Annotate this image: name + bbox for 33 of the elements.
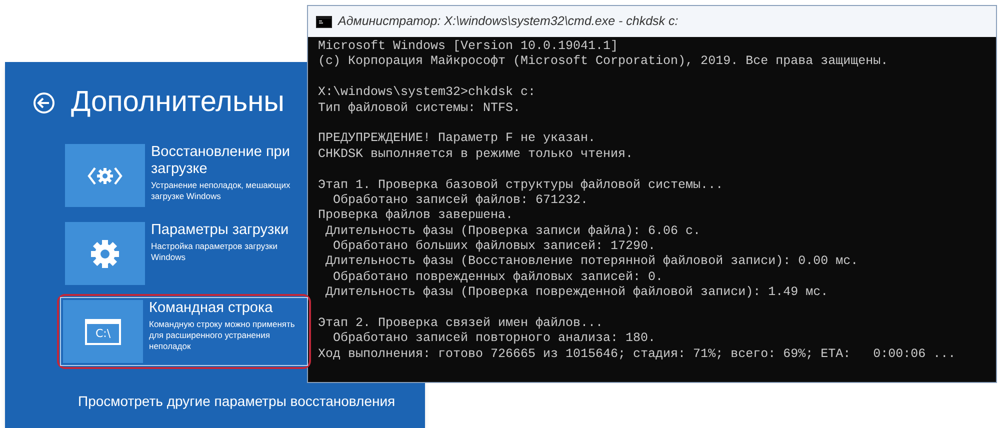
window-title: Администратор: X:\windows\system32\cmd.exe - chkdsk c: [338,13,678,30]
recovery-option[interactable]: C:\ Командная строка Командную строку можно применять для расширенного устранения неполадок [60,297,308,366]
option-title: Восстановление при загрузке [151,144,291,178]
console-line: Ход выполнения: готово 726665 из 1015646; стадия: 71%; всего: 69%; ETA: 0:00:06 ... [318,346,957,362]
console-icon [316,16,332,28]
console-line: Проверка файлов завершена. [318,208,514,224]
console-line: Длительность фазы (Проверка записи файла): 6.06 с. [324,224,702,240]
page-heading: Дополнительны [71,88,284,117]
option-title: Параметры загрузки [151,222,290,239]
console-line: ПРЕДУПРЕЖДЕНИЕ! Параметр F не указан. [318,131,597,147]
console-line: Обработано больших файловых записей: 17290. [332,239,657,254]
console-line: (c) Корпорация Майкрософт (Microsoft Corporation), 2019. Все права защищены. [318,54,890,70]
console-line: Microsoft Windows [Version 10.0.19041.1] [318,39,620,54]
console-line: Обработано записей повторного анализа: 180. [332,331,657,347]
console-line: CHKDSK выполняется в режиме только чтения. [318,146,634,162]
gear-brackets-icon [87,164,123,186]
option-description: Командную строку можно применять для расширенного устранения неполадок [149,319,296,352]
option-title: Командная строка [149,300,274,317]
console-line: Обработано поврежденных файловых записей: 0. [332,270,664,286]
recovery-option[interactable]: Параметры загрузки Настройка параметров загрузки Windows [62,219,306,288]
console-line: Этап 2. Проверка связей имен файлов... [318,316,604,332]
console-line: Обработано записей файлов: 671232. [332,192,590,208]
console-icon: C:\ [85,318,121,344]
gear-icon [90,238,120,268]
console-line: Длительность фазы (Восстановление потерянной файловой записи): 0.00 мс. [324,254,860,270]
console-line: Длительность фазы (Проверка поврежденной файловой записи): 1.49 мс. [324,285,830,301]
more-options-link[interactable]: Просмотреть другие параметры восстановления [78,393,396,409]
recovery-option[interactable]: Восстановление при загрузке Устранение неполадок, мешающих загрузке Windows [62,141,306,210]
option-description: Настройка параметров загрузки Windows [151,241,278,263]
console-line: Этап 1. Проверка базовой структуры файловой системы... [318,178,724,193]
console-line: Тип файловой системы: NTFS. [318,100,522,116]
console-line: X:\windows\system32>chkdsk c: [318,85,537,101]
option-description: Устранение неполадок, мешающих загрузке Windows [151,180,292,202]
